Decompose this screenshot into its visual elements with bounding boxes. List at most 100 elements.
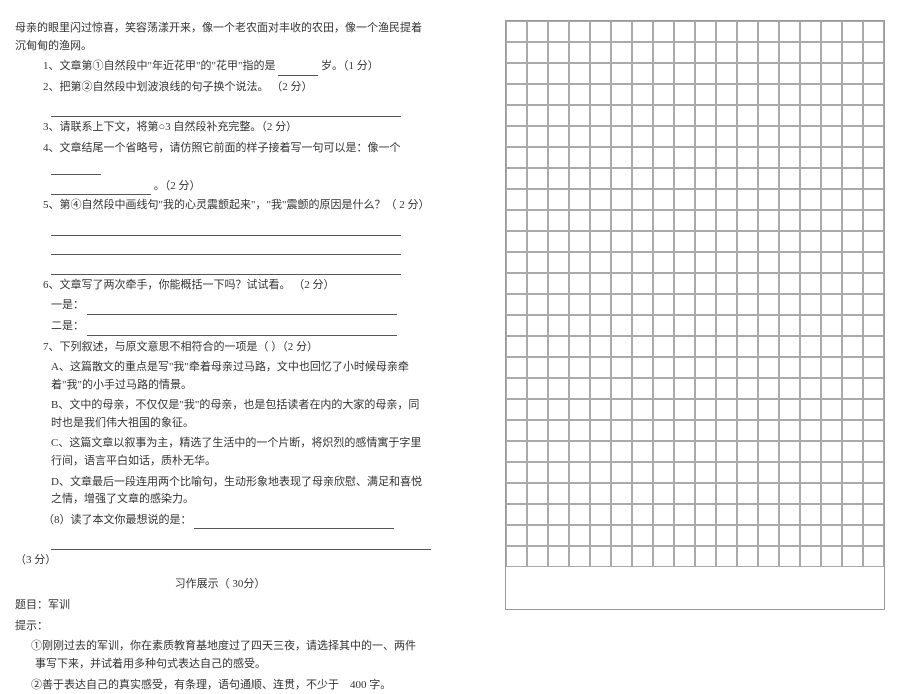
grid-cell[interactable]: [716, 105, 737, 126]
grid-cell[interactable]: [548, 168, 569, 189]
grid-cell[interactable]: [674, 462, 695, 483]
grid-cell[interactable]: [590, 483, 611, 504]
grid-cell[interactable]: [611, 210, 632, 231]
grid-cell[interactable]: [779, 105, 800, 126]
grid-cell[interactable]: [527, 399, 548, 420]
grid-cell[interactable]: [716, 252, 737, 273]
grid-cell[interactable]: [779, 357, 800, 378]
grid-cell[interactable]: [716, 147, 737, 168]
grid-cell[interactable]: [821, 231, 842, 252]
grid-cell[interactable]: [695, 441, 716, 462]
grid-cell[interactable]: [653, 378, 674, 399]
q6-a-blank[interactable]: [87, 303, 397, 315]
grid-cell[interactable]: [569, 525, 590, 546]
grid-cell[interactable]: [674, 252, 695, 273]
grid-cell[interactable]: [632, 336, 653, 357]
grid-cell[interactable]: [800, 336, 821, 357]
grid-cell[interactable]: [590, 315, 611, 336]
grid-cell[interactable]: [758, 357, 779, 378]
grid-cell[interactable]: [863, 84, 884, 105]
grid-cell[interactable]: [590, 105, 611, 126]
grid-cell[interactable]: [569, 252, 590, 273]
grid-cell[interactable]: [863, 336, 884, 357]
grid-cell[interactable]: [632, 378, 653, 399]
grid-cell[interactable]: [779, 399, 800, 420]
grid-cell[interactable]: [842, 84, 863, 105]
grid-cell[interactable]: [506, 378, 527, 399]
grid-cell[interactable]: [737, 63, 758, 84]
grid-cell[interactable]: [632, 462, 653, 483]
grid-cell[interactable]: [779, 210, 800, 231]
grid-cell[interactable]: [758, 483, 779, 504]
grid-cell[interactable]: [716, 294, 737, 315]
grid-cell[interactable]: [842, 357, 863, 378]
grid-cell[interactable]: [506, 105, 527, 126]
grid-cell[interactable]: [611, 42, 632, 63]
grid-cell[interactable]: [821, 252, 842, 273]
grid-cell[interactable]: [527, 42, 548, 63]
grid-cell[interactable]: [758, 399, 779, 420]
grid-cell[interactable]: [842, 21, 863, 42]
grid-cell[interactable]: [821, 294, 842, 315]
grid-cell[interactable]: [842, 168, 863, 189]
grid-cell[interactable]: [695, 546, 716, 567]
grid-cell[interactable]: [506, 504, 527, 525]
grid-cell[interactable]: [737, 105, 758, 126]
grid-cell[interactable]: [842, 399, 863, 420]
grid-cell[interactable]: [590, 546, 611, 567]
grid-cell[interactable]: [548, 483, 569, 504]
grid-cell[interactable]: [653, 210, 674, 231]
grid-cell[interactable]: [611, 294, 632, 315]
grid-cell[interactable]: [527, 231, 548, 252]
grid-cell[interactable]: [632, 546, 653, 567]
grid-cell[interactable]: [569, 546, 590, 567]
grid-cell[interactable]: [821, 441, 842, 462]
q5-answer-2[interactable]: [15, 238, 425, 256]
grid-cell[interactable]: [611, 336, 632, 357]
grid-cell[interactable]: [653, 462, 674, 483]
grid-cell[interactable]: [653, 189, 674, 210]
grid-cell[interactable]: [506, 420, 527, 441]
grid-cell[interactable]: [590, 21, 611, 42]
grid-cell[interactable]: [548, 210, 569, 231]
grid-cell[interactable]: [590, 210, 611, 231]
grid-cell[interactable]: [527, 189, 548, 210]
grid-cell[interactable]: [863, 105, 884, 126]
grid-cell[interactable]: [737, 546, 758, 567]
grid-cell[interactable]: [674, 420, 695, 441]
grid-cell[interactable]: [527, 420, 548, 441]
grid-cell[interactable]: [695, 126, 716, 147]
grid-cell[interactable]: [506, 336, 527, 357]
grid-cell[interactable]: [527, 21, 548, 42]
grid-cell[interactable]: [548, 294, 569, 315]
grid-cell[interactable]: [842, 273, 863, 294]
grid-cell[interactable]: [821, 126, 842, 147]
grid-cell[interactable]: [674, 525, 695, 546]
grid-cell[interactable]: [611, 273, 632, 294]
grid-cell[interactable]: [695, 84, 716, 105]
grid-cell[interactable]: [737, 84, 758, 105]
grid-cell[interactable]: [821, 378, 842, 399]
grid-cell[interactable]: [821, 504, 842, 525]
grid-cell[interactable]: [800, 42, 821, 63]
grid-cell[interactable]: [842, 504, 863, 525]
q5-answer-1[interactable]: [15, 218, 425, 236]
grid-cell[interactable]: [611, 252, 632, 273]
grid-cell[interactable]: [569, 42, 590, 63]
grid-cell[interactable]: [632, 168, 653, 189]
grid-cell[interactable]: [548, 105, 569, 126]
grid-cell[interactable]: [863, 168, 884, 189]
grid-cell[interactable]: [842, 462, 863, 483]
grid-cell[interactable]: [569, 189, 590, 210]
grid-cell[interactable]: [842, 294, 863, 315]
grid-cell[interactable]: [569, 231, 590, 252]
grid-cell[interactable]: [569, 168, 590, 189]
grid-cell[interactable]: [590, 84, 611, 105]
grid-cell[interactable]: [800, 21, 821, 42]
grid-cell[interactable]: [779, 21, 800, 42]
grid-cell[interactable]: [863, 189, 884, 210]
grid-cell[interactable]: [716, 546, 737, 567]
grid-cell[interactable]: [800, 84, 821, 105]
grid-cell[interactable]: [842, 126, 863, 147]
grid-cell[interactable]: [506, 273, 527, 294]
